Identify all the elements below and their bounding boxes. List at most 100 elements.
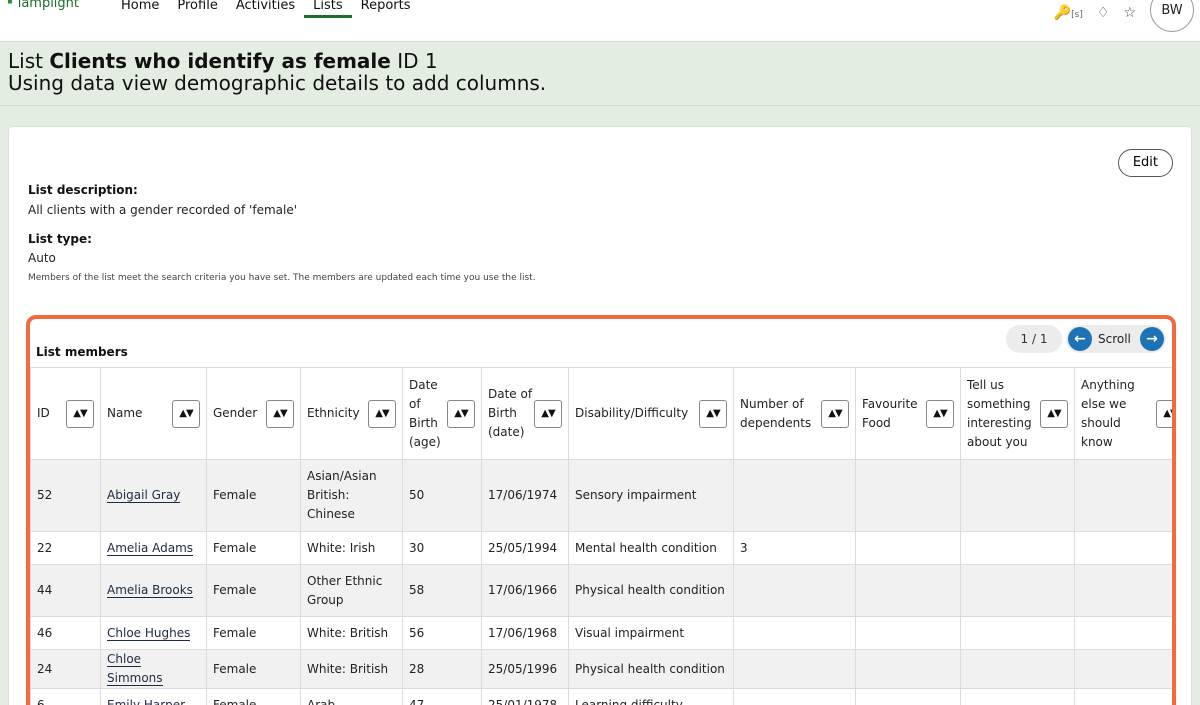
table-cell: Abigail Gray xyxy=(100,459,207,532)
brand-logo[interactable]: ▘ lamplight xyxy=(8,0,79,11)
table-cell: Female xyxy=(206,688,301,705)
table-cell: 44 xyxy=(30,564,101,617)
nav-reports[interactable]: Reports xyxy=(352,0,420,18)
sort-button[interactable]: ▲▼ xyxy=(172,399,200,428)
table-cell: White: Irish xyxy=(300,531,403,565)
table-cell: 3 xyxy=(733,531,856,565)
table-cell xyxy=(855,616,961,650)
description-label: List description: xyxy=(28,183,138,197)
table-cell: White: British xyxy=(300,649,403,689)
table-cell: 17/06/1966 xyxy=(481,564,569,617)
table-cell: 25/01/1978 xyxy=(481,688,569,705)
client-name-link[interactable]: Emily Harper xyxy=(107,697,186,705)
column-header-label: Tell us something interesting about you xyxy=(967,377,1032,449)
table-cell xyxy=(733,616,856,650)
table-cell xyxy=(733,688,856,705)
table-cell xyxy=(855,564,961,617)
edit-button[interactable]: Edit xyxy=(1117,149,1173,177)
description-value: All clients with a gender recorded of 'f… xyxy=(28,203,298,217)
sort-button[interactable]: ▲▼ xyxy=(534,399,562,428)
column-header-label: Date of Birth (date) xyxy=(488,387,533,439)
table-cell: 46 xyxy=(30,616,101,650)
table-cell: Sensory impairment xyxy=(568,459,734,532)
list-card: Edit List description: All clients with … xyxy=(8,126,1192,705)
members-table: ID ▲▼ Name ▲▼ Gender ▲▼ Ethnicity ▲▼ Date of Bir… xyxy=(30,367,1172,705)
table-cell xyxy=(733,564,856,617)
table-cell xyxy=(960,564,1075,617)
page-header: List Clients who identify as female ID 1… xyxy=(0,42,1200,106)
search-icon[interactable]: 🔑[s] xyxy=(1054,5,1083,21)
table-cell: Emily Harper xyxy=(100,688,207,705)
table-cell: Chloe Simmons xyxy=(100,649,207,689)
table-row[interactable]: 52 Abigail Gray Female Asian/Asian British:… xyxy=(30,459,1172,532)
nav-activities[interactable]: Activities xyxy=(227,0,304,18)
sort-button[interactable]: ▲▼ xyxy=(368,399,396,428)
column-header-label: Favourite Food xyxy=(862,396,918,430)
column-header: Name ▲▼ xyxy=(100,367,207,460)
table-cell: Amelia Adams xyxy=(100,531,207,565)
table-cell: 50 xyxy=(402,459,482,532)
table-row[interactable]: 6 Emily Harper Female Arab 47 25/01/1978 Learn… xyxy=(30,688,1172,705)
client-name-link[interactable]: Chloe Simmons xyxy=(107,652,163,686)
table-cell: 52 xyxy=(30,459,101,532)
table-row[interactable]: 46 Chloe Hughes Female White: British 56 17/0… xyxy=(30,616,1172,650)
client-name-link[interactable]: Amelia Adams xyxy=(107,540,194,556)
client-name-link[interactable]: Chloe Hughes xyxy=(107,625,191,641)
scroll-left-icon[interactable]: ← xyxy=(1068,327,1092,351)
table-cell: Chloe Hughes xyxy=(100,616,207,650)
table-row[interactable]: 44 Amelia Brooks Female Other Ethnic Group 5… xyxy=(30,564,1172,617)
column-header-label: Name xyxy=(107,406,143,420)
client-name-link[interactable]: Amelia Brooks xyxy=(107,583,193,598)
sort-button[interactable]: ▲▼ xyxy=(66,399,94,428)
scroll-right-icon[interactable]: → xyxy=(1140,327,1164,351)
members-title: List members xyxy=(36,345,128,359)
sort-button[interactable]: ▲▼ xyxy=(821,399,849,428)
table-cell xyxy=(960,531,1075,565)
favourites-icon[interactable]: ☆ xyxy=(1123,5,1136,21)
table-cell: 30 xyxy=(402,531,482,565)
table-row[interactable]: 22 Amelia Adams Female White: Irish 30 25/05/… xyxy=(30,531,1172,565)
table-cell: Asian/Asian British: Chinese xyxy=(300,459,403,532)
table-row[interactable]: 24 Chloe Simmons Female White: British 28 25/… xyxy=(30,649,1172,689)
table-cell: Physical health condition xyxy=(568,564,734,617)
table-cell: Female xyxy=(206,459,301,532)
sort-button[interactable]: ▲▼ xyxy=(1156,399,1172,428)
sort-button[interactable]: ▲▼ xyxy=(1040,399,1068,428)
column-header: Anything else we should know ▲▼ xyxy=(1074,367,1172,460)
table-cell xyxy=(960,616,1075,650)
sort-button[interactable]: ▲▼ xyxy=(926,399,954,428)
nav-home[interactable]: Home xyxy=(112,0,168,18)
table-cell: White: British xyxy=(300,616,403,650)
column-header: Date of Birth (age) ▲▼ xyxy=(402,367,482,460)
table-header-row: ID ▲▼ Name ▲▼ Gender ▲▼ Ethnicity ▲▼ Date of Bir… xyxy=(30,367,1172,460)
list-id: ID 1 xyxy=(397,49,438,73)
table-cell: 25/05/1996 xyxy=(481,649,569,689)
client-name-link[interactable]: Abigail Gray xyxy=(107,488,181,503)
table-cell: 47 xyxy=(402,688,482,705)
table-cell: 25/05/1994 xyxy=(481,531,569,565)
column-header: Gender ▲▼ xyxy=(206,367,301,460)
table-cell: Arab xyxy=(300,688,403,705)
sort-button[interactable]: ▲▼ xyxy=(447,399,475,428)
table-cell: 17/06/1968 xyxy=(481,616,569,650)
table-cell: Mental health condition xyxy=(568,531,734,565)
table-cell: 17/06/1974 xyxy=(481,459,569,532)
table-cell: Other Ethnic Group xyxy=(300,564,403,617)
table-cell xyxy=(1074,688,1172,705)
nav-lists[interactable]: Lists xyxy=(304,0,352,18)
notifications-icon[interactable]: ♢ xyxy=(1097,5,1110,21)
table-cell xyxy=(1074,564,1172,617)
user-avatar[interactable]: BW xyxy=(1150,0,1194,32)
table-cell xyxy=(960,459,1075,532)
sort-button[interactable]: ▲▼ xyxy=(699,399,727,428)
table-cell: Learning difficulty xyxy=(568,688,734,705)
column-header-label: Gender xyxy=(213,406,258,420)
scroll-label: Scroll xyxy=(1098,332,1131,346)
table-cell: 24 xyxy=(30,649,101,689)
column-header: ID ▲▼ xyxy=(30,367,101,460)
sort-button[interactable]: ▲▼ xyxy=(266,399,294,428)
table-cell xyxy=(1074,649,1172,689)
nav-profile[interactable]: Profile xyxy=(168,0,226,18)
column-header: Tell us something interesting about you ▲… xyxy=(960,367,1075,460)
table-cell xyxy=(855,459,961,532)
